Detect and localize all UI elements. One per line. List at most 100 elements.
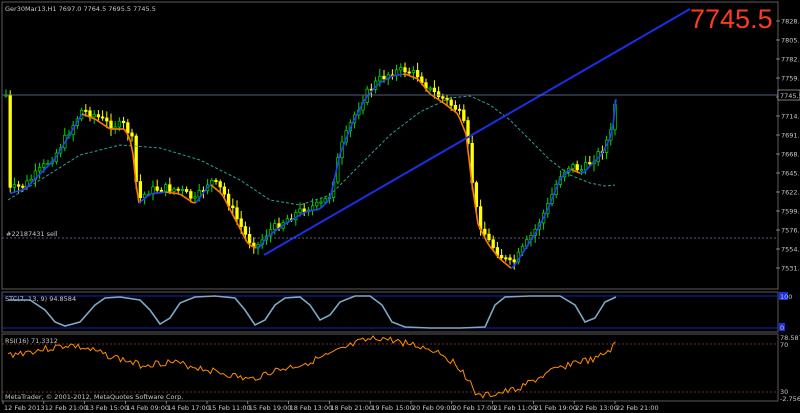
candle-body xyxy=(315,201,319,207)
candle-body xyxy=(428,87,432,90)
time-axis-label: 18 Feb 13:00 xyxy=(290,404,333,412)
candle-body xyxy=(441,96,445,99)
candle-body xyxy=(130,132,134,137)
time-axis-label: 14 Feb 17:00 xyxy=(167,404,210,412)
stc-axis-0: 0 xyxy=(780,324,784,332)
fast-ma-segment xyxy=(177,192,182,196)
time-axis-label: 14 Feb 09:00 xyxy=(126,404,169,412)
candle-body xyxy=(504,257,508,260)
price-axis-label: 7691.1 xyxy=(781,132,800,140)
candle-body xyxy=(96,114,101,118)
rsi-axis-min: -2.7567 xyxy=(780,395,800,403)
time-axis-label: 13 Feb 15:00 xyxy=(86,404,129,412)
candle-body xyxy=(8,94,12,188)
fast-ma-segment xyxy=(411,75,416,79)
stc-indicator-panel[interactable] xyxy=(1,291,779,333)
candle-body xyxy=(399,67,403,71)
candle-body xyxy=(117,120,122,128)
candle-body xyxy=(21,185,25,188)
candle-body xyxy=(302,208,306,213)
price-axis-label: 7759.8 xyxy=(781,75,800,83)
candle-body xyxy=(168,184,172,192)
candle-body xyxy=(210,180,214,186)
candle-body xyxy=(243,226,248,235)
candle-body xyxy=(247,233,252,244)
candle-body xyxy=(508,257,512,261)
fast-ma-segment xyxy=(12,190,17,194)
fast-ma-segment xyxy=(84,114,89,118)
time-axis-label: 20 Feb 17:00 xyxy=(453,404,496,412)
candle-body xyxy=(483,228,487,235)
time-axis-label: 20 Feb 09:00 xyxy=(412,404,455,412)
time-axis-label: 12 Feb 2013 xyxy=(4,404,44,412)
candle-body xyxy=(180,189,185,191)
candle-body xyxy=(16,184,21,187)
time-axis-label: 21 Feb 19:00 xyxy=(534,404,577,412)
time-axis-label: 22 Feb 21:00 xyxy=(616,404,659,412)
candle-body xyxy=(184,189,189,192)
candle-body xyxy=(172,188,176,192)
price-axis-label: 7668.2 xyxy=(781,151,800,159)
candle-body xyxy=(12,184,17,188)
candle-body xyxy=(256,244,260,248)
price-axis-label: 7645.5 xyxy=(781,170,800,178)
candle-body xyxy=(193,196,197,199)
fast-ma-segment xyxy=(81,113,86,116)
candle-body xyxy=(579,169,584,172)
candle-body xyxy=(163,184,168,192)
candle-body xyxy=(407,71,411,74)
candle-body xyxy=(239,218,243,227)
metatrader-chart-window[interactable]: 7828.67805.77782.77759.87737.07714.17691… xyxy=(0,0,800,413)
time-axis-label: 15 Feb 11:00 xyxy=(208,404,251,412)
candle-body xyxy=(138,181,143,199)
candle-body xyxy=(109,120,113,130)
time-axis-label: 19 Feb 15:00 xyxy=(371,404,414,412)
candle-body xyxy=(512,259,516,263)
price-axis-label: 7828.6 xyxy=(781,18,800,26)
candle-body xyxy=(491,239,495,248)
sell-order-label: #22187431 sell xyxy=(6,230,58,238)
candle-body xyxy=(273,223,277,231)
candle-body xyxy=(222,186,227,195)
candle-body xyxy=(84,109,88,112)
candle-body xyxy=(29,178,33,182)
candle-body xyxy=(100,116,105,119)
fast-ma-segment xyxy=(306,210,311,213)
candle-body xyxy=(382,75,386,80)
price-axis-label: 7554.0 xyxy=(781,246,800,254)
candle-body xyxy=(218,181,222,188)
candle-body xyxy=(189,191,193,199)
main-chart-panel[interactable] xyxy=(1,1,779,290)
price-axis: 7828.67805.77782.77759.87737.07714.17691… xyxy=(776,18,800,273)
fast-ma-segment xyxy=(408,74,413,78)
candle-body xyxy=(403,67,407,73)
fast-ma-segment xyxy=(15,189,20,193)
candle-body xyxy=(411,70,416,73)
candle-body xyxy=(176,188,180,191)
stc-axis-100: 100 xyxy=(780,293,792,301)
current-price-tag-text: 7745.5 xyxy=(780,92,800,100)
candle-body xyxy=(457,108,462,111)
fast-ma-segment xyxy=(303,210,308,214)
candle-body xyxy=(499,254,504,259)
copyright-text: MetaTrader, © 2001-2012, MetaQuotes Soft… xyxy=(5,393,183,401)
candle-body xyxy=(105,117,109,122)
candle-body xyxy=(575,164,579,171)
time-axis-label: 22 Feb 13:00 xyxy=(575,404,618,412)
candle-body xyxy=(155,186,159,191)
candle-body xyxy=(126,122,130,134)
fast-ma-segment xyxy=(390,74,395,78)
candle-body xyxy=(214,180,218,183)
price-axis-label: 7576.8 xyxy=(781,227,800,235)
candle-body xyxy=(159,189,164,192)
price-axis-label: 7531.0 xyxy=(781,265,800,273)
candle-body xyxy=(88,110,92,118)
price-axis-label: 7622.5 xyxy=(781,189,800,197)
fast-ma-segment xyxy=(312,209,317,212)
candle-body xyxy=(42,163,46,168)
candle-body xyxy=(235,207,239,220)
fast-ma-segment xyxy=(18,189,23,192)
candle-body xyxy=(323,198,327,203)
fast-ma-segment xyxy=(108,127,113,130)
fast-ma-segment xyxy=(87,115,92,119)
